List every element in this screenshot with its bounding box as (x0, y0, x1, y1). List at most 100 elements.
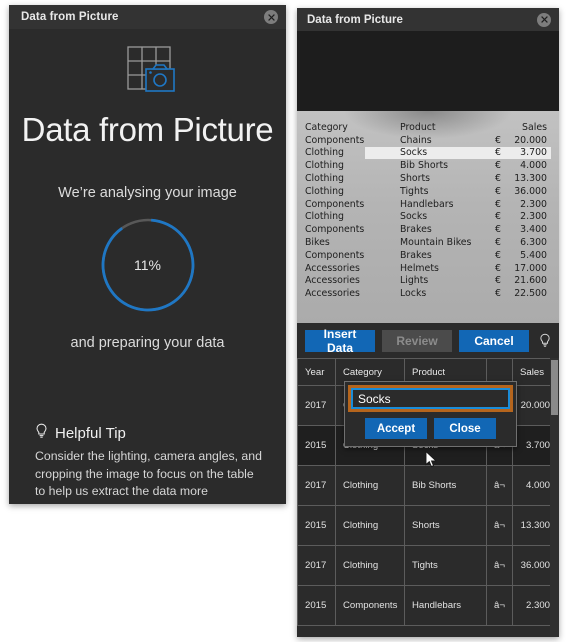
table-row[interactable]: 2015ClothingShortsâ¬13.30056 (297, 505, 559, 546)
category-cell[interactable]: Components (335, 585, 405, 626)
photo-table-row: Clothing Shorts €13.300 (305, 172, 551, 185)
photo-cell: 2.300 (520, 198, 547, 210)
photo-table-row: Clothing Bib Shorts €4.000 (305, 159, 551, 172)
year-cell[interactable]: 2017 (297, 545, 336, 586)
year-cell[interactable]: 2015 (297, 585, 336, 626)
analysing-status-text: We’re analysing your image (58, 185, 237, 201)
table-row[interactable]: 2015ComponentsHandlebarsâ¬2.30035 (297, 585, 559, 626)
photo-cell: Helmets (400, 262, 439, 274)
lightbulb-icon (35, 423, 48, 443)
cell-edit-actions: Accept Close (351, 418, 510, 439)
cell-edit-input[interactable] (348, 385, 513, 412)
preparing-status-text: and preparing your data (70, 335, 225, 351)
product-cell[interactable]: Handlebars (404, 585, 487, 626)
vertical-scrollbar[interactable] (550, 358, 559, 637)
photo-table-row: Accessories Helmets €17.000 (305, 262, 551, 275)
photo-cell: 3.700 (520, 147, 547, 159)
left-dialog-body: Data from Picture We’re analysing your i… (9, 43, 286, 351)
photo-cell: € (495, 237, 501, 249)
currency-cell[interactable]: â¬ (486, 545, 513, 586)
photo-cell: Chains (400, 134, 432, 146)
product-cell[interactable]: Bib Shorts (404, 465, 487, 506)
photo-table-rows: Components Chains €20.000 Clothing Socks €3.7… (305, 134, 551, 300)
insert-data-button[interactable]: Insert Data (305, 327, 375, 355)
helpful-tip-header: Helpful Tip (35, 423, 266, 443)
helpful-tip-block: Helpful Tip Consider the lighting, camer… (35, 423, 266, 504)
photo-table-row: Components Handlebars €2.300 (305, 198, 551, 211)
photo-header-product: Product (400, 121, 436, 133)
photo-cell: Bib Shorts (400, 160, 449, 172)
photo-cell: € (495, 211, 501, 223)
photo-cell: Tights (400, 185, 429, 197)
year-cell[interactable]: 2015 (297, 505, 336, 546)
photo-header-sales: Sales (522, 121, 547, 133)
captured-photo-preview[interactable]: Category Product Sales Components Chains €… (297, 31, 559, 323)
photo-cell: Accessories (305, 288, 360, 300)
data-from-picture-review-dialog: Data from Picture Category Product Sales… (297, 8, 559, 637)
photo-cell: 5.400 (520, 249, 547, 261)
photo-table-row: Components Chains €20.000 (305, 134, 551, 147)
category-cell[interactable]: Clothing (335, 465, 405, 506)
photo-cell: Socks (400, 211, 428, 223)
photo-header-category: Category (305, 121, 348, 133)
review-button: Review (382, 329, 452, 352)
lightbulb-icon[interactable] (538, 330, 551, 352)
photo-cell: € (495, 147, 501, 159)
photo-cell: Handlebars (400, 198, 454, 210)
photo-cell: € (495, 198, 501, 210)
extracted-data-grid[interactable]: YearCategoryProductSalesRa 2017Com20.000… (297, 358, 559, 637)
photo-cell: Socks (400, 147, 428, 159)
photo-table-header-row: Category Product Sales (305, 121, 551, 134)
photo-cell: Clothing (305, 160, 345, 172)
currency-cell[interactable]: â¬ (486, 585, 513, 626)
product-cell[interactable]: Shorts (404, 505, 487, 546)
currency-cell[interactable]: â¬ (486, 505, 513, 546)
photo-cell: Components (305, 224, 365, 236)
product-cell[interactable]: Tights (404, 545, 487, 586)
photo-cell: 2.300 (520, 211, 547, 223)
right-dialog-titlebar: Data from Picture (297, 8, 559, 31)
photo-cell: Bikes (305, 237, 330, 249)
photo-cell: Brakes (400, 249, 432, 261)
helpful-tip-title: Helpful Tip (55, 424, 126, 442)
photo-cell: € (495, 249, 501, 261)
progress-percent-label: 11% (134, 257, 161, 273)
photo-cell: Clothing (305, 211, 345, 223)
photo-cell: 4.000 (520, 160, 547, 172)
photo-dark-band (297, 31, 559, 111)
photo-cell: Shorts (400, 173, 431, 185)
action-button-bar: Insert Data Review Cancel (297, 323, 559, 358)
accept-button[interactable]: Accept (365, 418, 427, 439)
photo-cell: 13.300 (514, 173, 547, 185)
helpful-tip-body: Consider the lighting, camera angles, an… (35, 449, 262, 504)
close-button[interactable]: Close (434, 418, 496, 439)
currency-cell[interactable]: â¬ (486, 465, 513, 506)
page-title: Data from Picture (21, 111, 274, 148)
photo-cell: Components (305, 249, 365, 261)
cell-edit-popup: Accept Close (344, 381, 517, 447)
cancel-button[interactable]: Cancel (459, 329, 529, 352)
year-cell[interactable]: 2017 (297, 385, 336, 426)
photo-table-text: Category Product Sales Components Chains €… (297, 111, 559, 323)
category-cell[interactable]: Clothing (335, 545, 405, 586)
year-cell[interactable]: 2017 (297, 465, 336, 506)
progress-ring: 11% (96, 213, 200, 317)
scrollbar-thumb[interactable] (551, 360, 558, 415)
photo-cell: 3.400 (520, 224, 547, 236)
photo-cell: € (495, 173, 501, 185)
photo-cell: € (495, 262, 501, 274)
photo-cell: Clothing (305, 147, 345, 159)
table-camera-icon (112, 43, 184, 103)
table-row[interactable]: 2017ClothingTightsâ¬36.00010 (297, 545, 559, 586)
column-header[interactable]: Year (297, 358, 336, 386)
right-dialog-title: Data from Picture (307, 13, 403, 26)
category-cell[interactable]: Clothing (335, 505, 405, 546)
photo-cell: Clothing (305, 185, 345, 197)
photo-cell: Components (305, 198, 365, 210)
photo-table-row: Clothing Socks €2.300 (305, 211, 551, 224)
photo-table-row: Clothing Socks €3.700 (305, 146, 551, 160)
photo-cell: 22.500 (514, 288, 547, 300)
close-icon[interactable] (264, 10, 278, 24)
year-cell[interactable]: 2015 (297, 425, 336, 466)
close-icon[interactable] (537, 12, 551, 27)
